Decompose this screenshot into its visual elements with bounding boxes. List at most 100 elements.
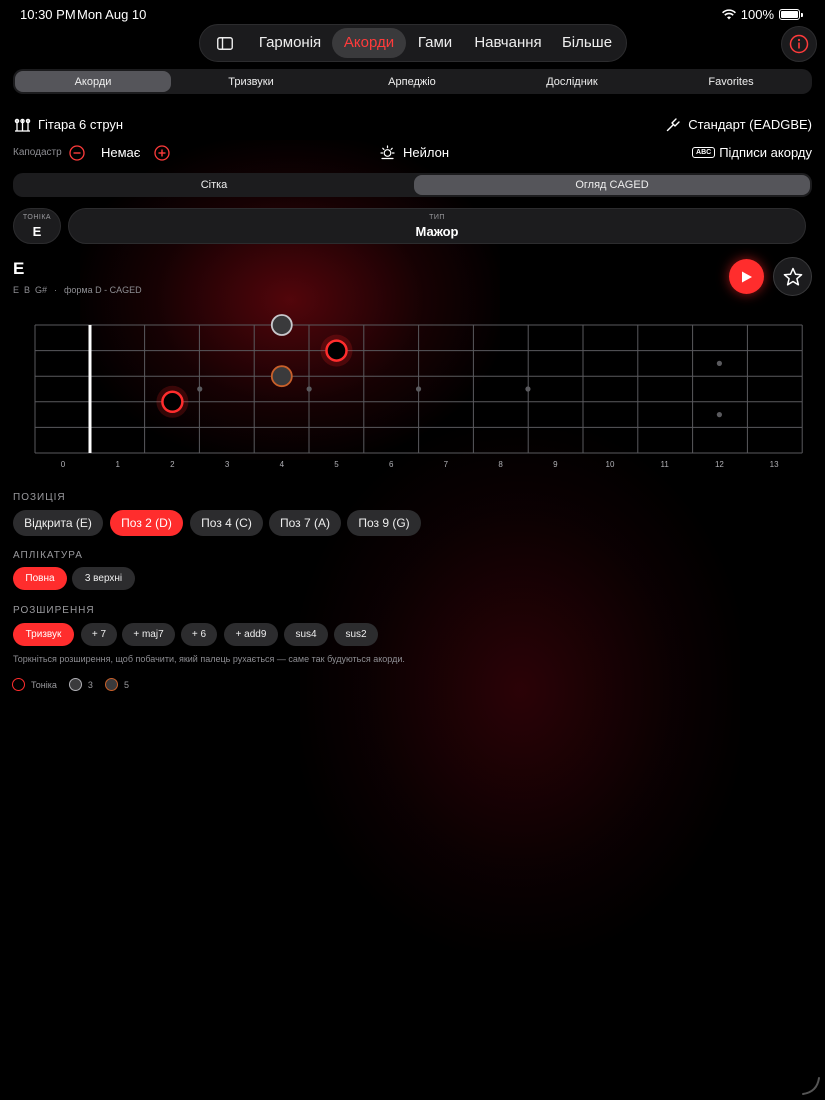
chord-info: E B G# · форма D - CAGED [13, 285, 142, 295]
fret-number: 10 [605, 460, 615, 469]
position-7-a[interactable]: Поз 7 (A) [269, 510, 341, 536]
resize-handle-icon[interactable] [801, 1076, 821, 1096]
position-2-d[interactable]: Поз 2 (D) [110, 510, 183, 536]
extension-triad[interactable]: Тризвук [13, 623, 74, 646]
fret-number: 0 [60, 460, 66, 469]
capo-decrease-icon[interactable] [69, 145, 85, 161]
root-label: ТОНІКА [22, 214, 52, 221]
fret-number: 12 [714, 460, 724, 469]
note-legend: Тоніка 3 5 [12, 678, 129, 691]
fret-number: 4 [279, 460, 285, 469]
extension-7[interactable]: + 7 [81, 623, 117, 646]
legend-fifth-label: 5 [123, 679, 129, 690]
sidebar-toggle-icon[interactable] [210, 25, 240, 61]
extension-maj7[interactable]: + maj7 [122, 623, 175, 646]
status-date: Mon Aug 10 [77, 7, 147, 22]
tuning-fork-icon [667, 118, 680, 132]
view-caged-tab[interactable]: Огляд CAGED [414, 175, 810, 195]
subtab-chords[interactable]: Акорди [15, 71, 171, 92]
fret-number: 6 [388, 460, 394, 469]
extension-sus4[interactable]: sus4 [284, 623, 328, 646]
extension-add9[interactable]: + add9 [224, 623, 278, 646]
legend-third-label: 3 [87, 679, 93, 690]
instrument-selector[interactable]: Гітара 6 струн [14, 117, 123, 132]
fret-number: 9 [553, 460, 558, 469]
fingering-top-3[interactable]: 3 верхні [72, 567, 135, 590]
play-button[interactable] [729, 259, 764, 294]
chord-name: E [13, 259, 25, 278]
status-time: 10:30 PM [20, 7, 76, 22]
root-value: E [32, 224, 42, 239]
chord-shape: форма D - CAGED [64, 285, 142, 295]
fret-inlay-dot [525, 386, 531, 392]
fretboard [34, 314, 803, 454]
nav-tab-chords[interactable]: Акорди [332, 28, 406, 58]
subtab-explorer[interactable]: Дослідник [493, 71, 651, 92]
fret-number: 7 [443, 460, 449, 469]
guitar-tuners-icon [14, 118, 31, 132]
string-type-selector[interactable]: Нейлон [380, 145, 449, 160]
legend-third-swatch [68, 678, 82, 691]
star-icon [783, 267, 803, 286]
fret-number: 8 [498, 460, 503, 469]
instrument-label: Гітара 6 струн [38, 117, 124, 132]
legend-fifth-swatch [104, 678, 118, 691]
legend-root-label: Тоніка [31, 679, 57, 690]
chord-note-root [325, 339, 348, 362]
extensions-label: РОЗШИРЕННЯ [13, 605, 95, 616]
abc-icon: ABC [692, 147, 716, 158]
position-open-e[interactable]: Відкрита (E) [13, 510, 103, 536]
nav-tab-scales[interactable]: Гами [412, 25, 458, 61]
subtab-triads[interactable]: Тризвуки [173, 71, 329, 92]
nav-tab-harmony[interactable]: Гармонія [252, 25, 328, 61]
capo-increase-icon[interactable] [154, 145, 170, 161]
chord-type-label: ТИП [429, 214, 445, 221]
capo-value: Немає [101, 145, 141, 160]
play-icon [742, 271, 752, 282]
nav-tab-more[interactable]: Більше [556, 25, 618, 61]
status-bar: 10:30 PM Mon Aug 10 100% [20, 7, 803, 22]
wifi-icon [721, 9, 736, 20]
fret-inlay-dot [716, 412, 723, 418]
chord-type-selector[interactable]: ТИП Мажор [68, 208, 806, 244]
position-4-c[interactable]: Поз 4 (C) [190, 510, 263, 536]
extensions-hint: Торкніться розширення, щоб побачити, яки… [13, 654, 405, 664]
fret-number: 3 [224, 460, 230, 469]
fret-inlay-dot [716, 360, 723, 366]
extension-sus2[interactable]: sus2 [334, 623, 378, 646]
position-label: ПОЗИЦІЯ [13, 492, 66, 503]
chord-note-third [270, 314, 293, 336]
fingering-full[interactable]: Повна [13, 567, 67, 590]
fret-number: 5 [334, 460, 339, 469]
battery-percent: 100% [740, 7, 774, 22]
position-9-g[interactable]: Поз 9 (G) [347, 510, 421, 536]
view-grid-tab[interactable]: Сітка [15, 175, 413, 195]
chord-separator: · [54, 285, 58, 295]
tuning-selector[interactable]: Стандарт (EADGBE) [666, 117, 812, 132]
info-icon [789, 34, 809, 54]
string-type-label: Нейлон [403, 145, 450, 160]
favorite-button[interactable] [773, 257, 812, 296]
chord-mode-tabs: Акорди Тризвуки Арпеджіо Дослідник Favor… [13, 69, 812, 94]
fret-inlay-dot [306, 386, 312, 392]
nav-tab-learning[interactable]: Навчання [468, 25, 548, 61]
fret-number: 13 [769, 460, 779, 469]
info-button[interactable] [781, 26, 817, 62]
fret-number: 1 [115, 460, 120, 469]
fret-inlay-dot [415, 386, 422, 392]
chord-type-value: Мажор [415, 224, 459, 239]
extension-6[interactable]: + 6 [181, 623, 217, 646]
fret-inlay-dot [197, 386, 203, 392]
root-selector[interactable]: ТОНІКА E [13, 208, 61, 244]
chord-notes: E B G# [13, 285, 48, 295]
top-nav: Гармонія Акорди Гами Навчання Більше [199, 24, 627, 62]
status-right: 100% [721, 7, 803, 22]
battery-icon [779, 9, 800, 20]
tuning-label: Стандарт (EADGBE) [688, 117, 812, 132]
capo-label: Каподастр [13, 147, 62, 158]
chord-labels-toggle[interactable]: ABC Підписи акорду [692, 145, 812, 160]
subtab-favorites[interactable]: Favorites [653, 71, 809, 92]
chord-labels-text: Підписи акорду [719, 145, 812, 160]
subtab-arpeggio[interactable]: Арпеджіо [333, 71, 491, 92]
chord-note-root [161, 390, 184, 414]
